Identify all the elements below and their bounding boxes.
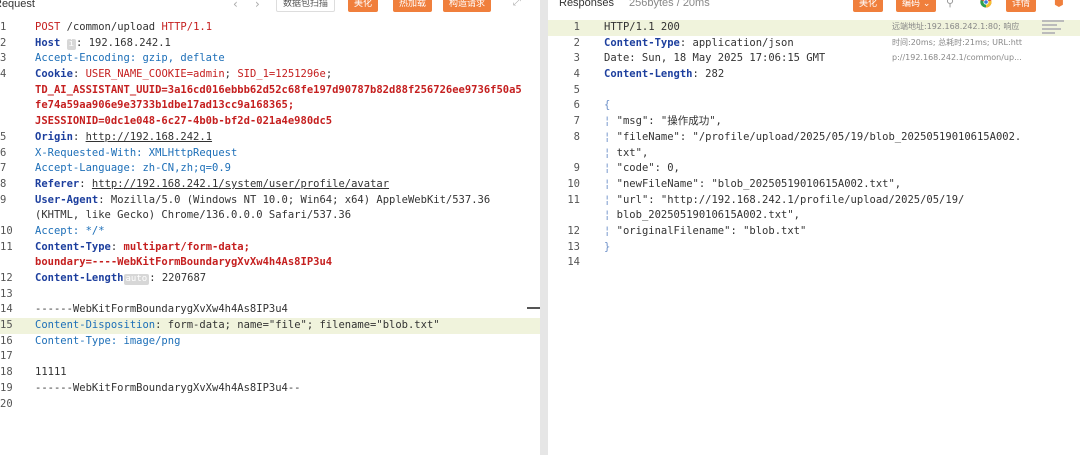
response-pane: Responses 256bytes / 20ms 美化 编码 ⌄ ⚲ 详情 ⬢…: [548, 0, 1080, 455]
auto-badge[interactable]: auto: [123, 274, 150, 285]
encode-dropdown-button[interactable]: 编码 ⌄: [896, 0, 937, 12]
code-line: 12 Content-Length auto: 2207687: [0, 272, 207, 285]
code-line: 2 Host i: 192.168.242.1: [0, 36, 171, 50]
code-line: 11 Content-Type: multipart/form-data;: [0, 240, 250, 253]
code-line: 13}: [567, 240, 611, 253]
code-line: 5: [573, 83, 580, 96]
line-number: 1: [0, 21, 7, 33]
code-line: 10 Accept: */*: [0, 224, 105, 237]
request-title: Request: [0, 0, 35, 10]
code-line: JSESSIONID=0dc1e048-6c27-4b0b-bf2d-021a4…: [35, 115, 333, 128]
code-line: 20: [0, 397, 13, 410]
code-line-highlighted: 15 Content-Disposition: form-data; name="…: [0, 318, 540, 334]
chevron-left-icon[interactable]: ‹: [233, 0, 238, 11]
code-line: 19 ------WebKitFormBoundarygXvXw4h4As8IP3…: [0, 381, 301, 394]
code-line: 4 Cookie: USER_NAME_COOKIE=admin; SID_1=1…: [0, 68, 333, 81]
code-line: 1 POST /common/upload HTTP/1.1: [0, 20, 540, 36]
code-line: ¦ blob_20250519010615A002.txt",: [604, 209, 800, 222]
code-line: (KHTML, like Gecko) Chrome/136.0.0.0 Saf…: [35, 209, 352, 222]
chevron-right-icon[interactable]: ›: [255, 0, 260, 11]
chrome-icon[interactable]: [980, 0, 992, 12]
code-line: 10 ¦ "newFileName": "blob_20250519010615A…: [567, 177, 902, 190]
code-line: fe74a59aa906e9e3733b1dbe17ad13cc9a168365…: [35, 99, 295, 112]
response-size: 256bytes / 20ms: [629, 0, 710, 9]
code-line: 16 Content-Type: image/png: [0, 334, 181, 347]
code-line: 11 ¦ "url": "http://192.168.242.1/profile…: [567, 193, 965, 206]
code-line: TD_AI_ASSISTANT_UUID=3a16cd016ebbb62d52c…: [35, 83, 522, 96]
response-title: Responses: [559, 0, 615, 9]
code-line: 14: [567, 256, 580, 269]
code-line: ¦ txt",: [604, 146, 649, 159]
code-line: 17: [0, 350, 13, 363]
code-line: 14 ------WebKitFormBoundarygXvXw4h4As8IP3…: [0, 303, 288, 316]
code-line: 4 Content-Length: 282: [573, 68, 725, 81]
beautify-button[interactable]: 美化: [348, 0, 379, 12]
code-line: 6{: [573, 99, 611, 112]
code-line: boundary=----WebKitFormBoundarygXvXw4h4A…: [35, 256, 333, 269]
code-line: 6 X-Requested-With: XMLHttpRequest: [0, 146, 238, 159]
minimap[interactable]: [1042, 20, 1064, 42]
request-editor[interactable]: 1 POST /common/upload HTTP/1.1 2 Host i: 1…: [0, 20, 540, 412]
code-line: 7 Accept-Language: zh-CN,zh;q=0.9: [0, 162, 231, 175]
info-badge[interactable]: i: [66, 38, 77, 50]
code-line: 8 ¦ "fileName": "/profile/upload/2025/05/…: [573, 130, 1022, 143]
detail-button[interactable]: 详情: [1006, 0, 1037, 12]
code-line: 7 ¦ "msg": "操作成功",: [573, 115, 722, 128]
shield-icon[interactable]: ⬢: [1054, 0, 1064, 12]
response-beautify-button[interactable]: 美化: [853, 0, 884, 12]
pane-divider[interactable]: [540, 0, 548, 455]
code-line: 5 Origin: http://192.168.242.1: [0, 130, 213, 143]
hotload-button[interactable]: 热加载: [393, 0, 433, 12]
expand-icon[interactable]: ⤢: [513, 0, 521, 8]
request-toolbar: Request ‹ › 数据包扫描 美化 热加载 构造请求 ⤢: [0, 0, 540, 14]
code-line: 8 Referer: http://192.168.242.1/system/us…: [0, 177, 390, 190]
search-icon[interactable]: ⚲: [946, 0, 954, 12]
split-drag-handle[interactable]: [527, 307, 540, 309]
code-line: 18 11111: [0, 366, 67, 379]
code-line: 12 ¦ "originalFilename": "blob.txt": [567, 224, 807, 237]
code-line: 3 Accept-Encoding: gzip, deflate: [0, 52, 225, 65]
code-line: 9 User-Agent: Mozilla/5.0 (Windows NT 10.…: [0, 193, 491, 206]
code-line: 9 ¦ "code": 0,: [573, 162, 680, 175]
construct-request-button[interactable]: 构造请求: [443, 0, 492, 12]
code-line: 13: [0, 287, 13, 300]
packet-scan-button[interactable]: 数据包扫描: [276, 0, 336, 12]
response-meta-info: 远端地址:192.168.242.1:80; 响应 时间:20ms; 总耗时:2…: [892, 22, 1023, 62]
request-pane: Request ‹ › 数据包扫描 美化 热加载 构造请求 ⤢ 1POST /c…: [0, 0, 540, 455]
